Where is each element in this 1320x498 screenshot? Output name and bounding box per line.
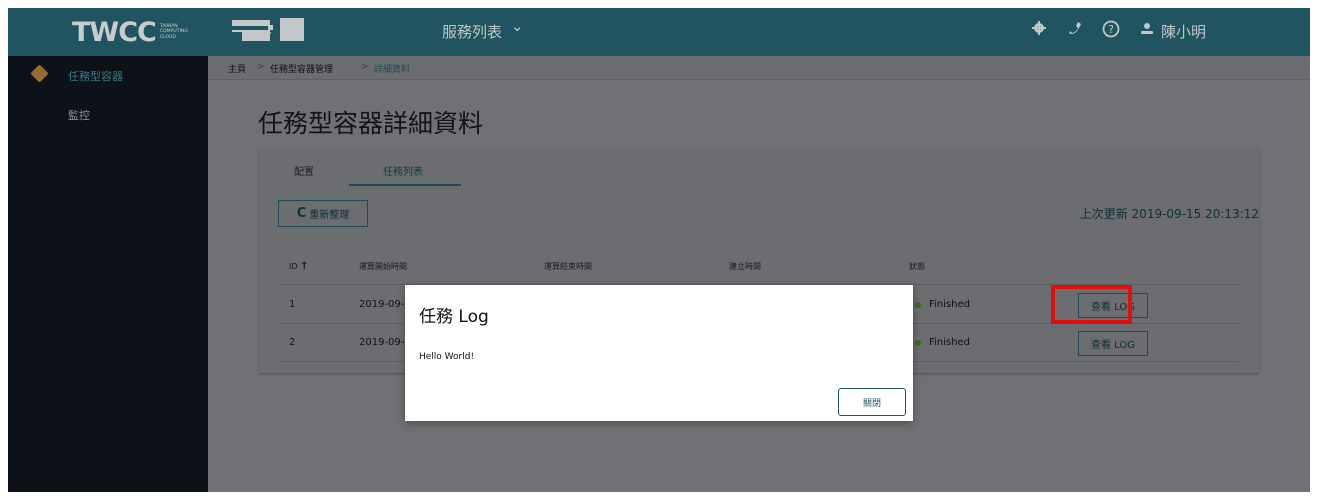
column-header-start-time: 運算開始時間 [359, 262, 407, 271]
sidebar-item-monitor[interactable]: 監控 [68, 107, 90, 123]
user-name: 陳小明 [1161, 23, 1207, 41]
phone-icon[interactable] [1064, 20, 1086, 42]
chevron-down-icon: ⌄ [511, 17, 524, 35]
modal-body: Hello World! [419, 352, 475, 362]
gear-icon[interactable] [1028, 20, 1050, 42]
cell-start-time: 2019-09-1 [359, 337, 411, 348]
breadcrumb-separator: > [257, 62, 265, 72]
container-icon [30, 64, 49, 83]
log-modal: 任務 Log Hello World! 關閉 [405, 285, 913, 421]
modal-title: 任務 Log [419, 307, 489, 327]
refresh-icon: C [296, 206, 307, 221]
active-tab-indicator [349, 184, 461, 186]
breadcrumb-details: 詳細資料 [374, 65, 411, 75]
table-header: ID ↑ 運算開始時間 運算結束時間 建立時間 狀態 [279, 247, 1239, 285]
logo-subtitle: TAIWAN COMPUTING CLOUD [159, 23, 188, 40]
cell-start-time: 2019-09-1 [359, 299, 411, 310]
breadcrumb-home[interactable]: 主頁 [228, 62, 246, 75]
twcc-logo[interactable]: TWCC TAIWAN COMPUTING CLOUD [72, 16, 188, 48]
sort-up-icon: ↑ [300, 261, 309, 272]
project-name-redacted-3 [232, 30, 242, 32]
cell-id: 2 [289, 337, 296, 348]
cell-id: 1 [289, 299, 296, 310]
status-dot [915, 302, 921, 308]
cell-status: Finished [929, 299, 970, 310]
tab-config[interactable]: 配置 [294, 163, 314, 178]
sidebar: 任務型容器 監控 [8, 56, 208, 492]
highlight-box [1051, 285, 1132, 324]
page-title: 任務型容器詳細資料 [258, 109, 484, 138]
logo-letters: TWCC [72, 16, 157, 48]
help-icon[interactable]: ? [1100, 20, 1122, 42]
project-ellipsis: ... [259, 22, 273, 38]
svg-text:?: ? [1108, 23, 1114, 36]
refresh-label: 重新整理 [309, 210, 350, 221]
top-navbar: TWCC TAIWAN COMPUTING CLOUD ... ⌄ 服務列表 ⌄ ? [8, 8, 1310, 56]
column-header-status: 狀態 [909, 262, 925, 271]
breadcrumb-container-mgmt[interactable]: 任務型容器管理 [270, 62, 333, 75]
tab-task-list[interactable]: 任務列表 [383, 163, 423, 178]
cell-status: Finished [929, 337, 970, 348]
view-log-button[interactable]: 查看 LOG [1078, 331, 1148, 356]
status-dot [915, 340, 921, 346]
breadcrumb-separator: > [361, 62, 369, 72]
last-update-text: 上次更新 2019-09-15 20:13:12 [1079, 207, 1259, 221]
user-icon [1136, 20, 1158, 42]
column-header-created-time: 建立時間 [729, 262, 761, 271]
close-button[interactable]: 關閉 [838, 388, 906, 416]
column-header-end-time: 運算結束時間 [544, 262, 592, 271]
breadcrumb: 主頁 > 任務型容器管理 > 詳細資料 [208, 56, 1310, 80]
app-window: TWCC TAIWAN COMPUTING CLOUD ... ⌄ 服務列表 ⌄ ? [8, 8, 1310, 492]
refresh-button[interactable]: C 重新整理 [278, 200, 368, 227]
sidebar-item-container[interactable]: 任務型容器 [68, 68, 123, 84]
chevron-down-icon: ⌄ [278, 18, 290, 34]
service-list-label: 服務列表 [442, 23, 503, 41]
column-header-id[interactable]: ID ↑ [289, 261, 308, 272]
